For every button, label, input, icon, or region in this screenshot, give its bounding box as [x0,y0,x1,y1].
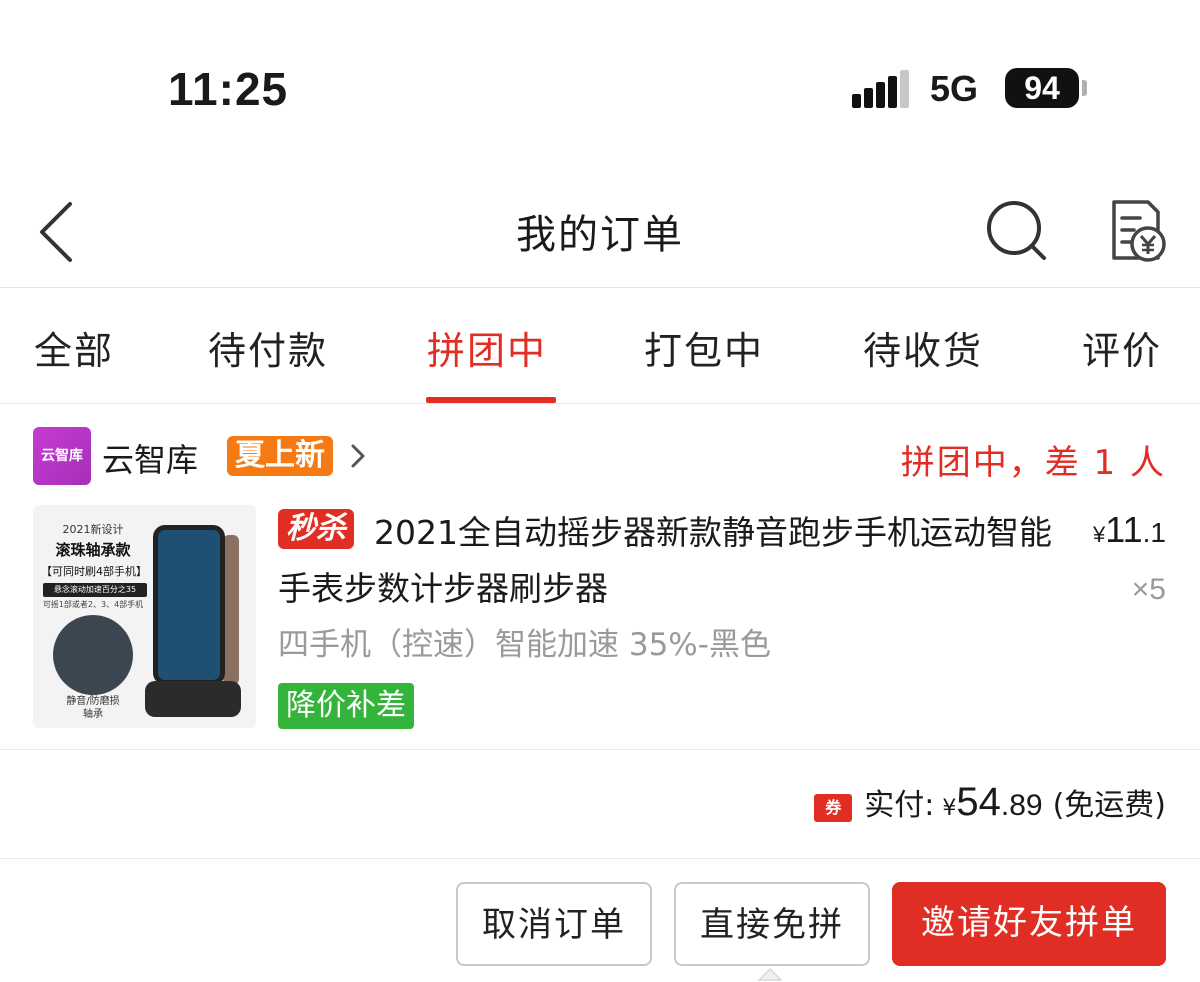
flash-sale-tag: 秒杀 [278,509,354,549]
direct-purchase-button[interactable]: 直接免拼 [674,882,870,966]
shop-logo[interactable]: 云智库 [33,427,91,485]
product-thumbnail[interactable]: 2021新设计 滚珠轴承款 【可同时刷4部手机】 悬念滚动加速百分之35 可摇1… [33,505,256,728]
product-quantity: ×5 [1131,573,1166,606]
device-stand [223,535,239,685]
invite-friends-button[interactable]: 邀请好友拼单 [892,882,1166,966]
product-sku: 四手机（控速）智能加速 35%-黑色 [278,627,771,663]
tab-review[interactable]: 评价 [1082,320,1162,375]
bearing-closeup [53,615,133,695]
total-symbol: ¥ [942,796,957,821]
price-int: 11 [1105,509,1143,550]
search-button[interactable] [980,194,1052,266]
bill-button[interactable] [1100,194,1172,266]
order-tabs: 全部 待付款 拼团中 打包中 待收货 评价 [0,290,1200,404]
total-label: 实付: [864,788,935,823]
shop-tag: 夏上新 [227,436,333,476]
thumb-text: 【可同时刷4部手机】 [41,565,147,578]
shipping-note: (免运费) [1052,788,1166,823]
total-dec: .89 [1000,789,1043,822]
nav-bar: 我的订单 [0,180,1200,288]
battery-tip [1082,80,1087,96]
tab-pending-payment[interactable]: 待付款 [208,320,328,375]
device-base [145,681,241,717]
thumb-text: 2021新设计 [62,523,124,536]
status-bar: 11:25 5G 94 [0,0,1200,160]
tab-pending-receipt[interactable]: 待收货 [863,320,983,375]
order-total: 券 实付: ¥ 54 .89 (免运费) [814,780,1166,836]
tab-group-buying[interactable]: 拼团中 [427,320,547,375]
network-type: 5G [930,68,979,109]
thumb-text: 静音/防磨损 轴承 [66,696,120,720]
caret-down-icon [757,966,783,982]
chevron-right-icon[interactable] [348,443,368,469]
tab-packing[interactable]: 打包中 [644,320,764,375]
price-symbol: ¥ [1093,522,1106,547]
order-card[interactable]: 云智库 云智库 夏上新 拼团中，差 1 人 2021新设计 滚珠轴承款 【可同时… [0,405,1200,750]
price-protection-tag[interactable]: 降价补差 [278,683,414,729]
battery-icon: 94 [1005,68,1079,108]
tab-all[interactable]: 全部 [34,320,114,375]
product-title[interactable]: 2021全自动摇步器新款静音跑步手机运动智能手表步数计步器刷步器 [278,505,1058,617]
total-int: 54 [956,780,1001,824]
price-dec: .1 [1142,517,1166,548]
product-price: ¥11.1 [1093,509,1166,551]
cancel-order-button[interactable]: 取消订单 [456,882,652,966]
divider [0,858,1200,859]
thumb-text: 可摇1部或者2、3、4部手机 [42,600,144,609]
phone-image [153,525,225,685]
shop-name[interactable]: 云智库 [102,435,198,481]
thumb-text: 悬念滚动加速百分之35 [43,583,147,597]
yen-bill-icon [1112,200,1166,262]
thumb-text: 滚珠轴承款 [55,541,131,559]
search-icon [987,201,1046,260]
order-status: 拼团中，差 1 人 [900,443,1166,483]
active-tab-indicator [426,397,556,403]
coupon-icon: 券 [814,794,853,822]
signal-icon [852,70,912,108]
status-time: 11:25 [168,63,289,115]
